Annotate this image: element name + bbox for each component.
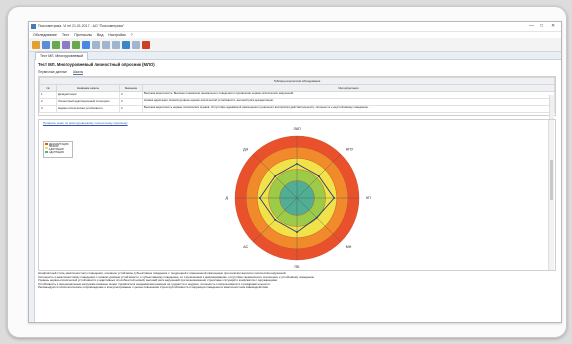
folder-icon[interactable] [32, 40, 40, 49]
table-row[interactable]: 3 Нервно-психическая устойчивость 2 Высо… [39, 105, 555, 113]
text-paragraph: Рекомендуется психологическое сопровожде… [38, 285, 269, 290]
chart-panel: Профиль шкал по многоуровневому личностн… [38, 119, 556, 271]
scrollbar-thumb[interactable] [550, 160, 553, 200]
table-row[interactable]: 2 Личностный адаптационный потенциал 3 Н… [39, 98, 555, 106]
menu-item-protocols[interactable]: Протоколы [74, 33, 92, 37]
cell-scale: Нервно-психическая устойчивость [56, 105, 120, 113]
table-row[interactable]: 1 Дезадаптация 3 Высокая вероятность. Вы… [39, 91, 555, 99]
app-icon [31, 24, 36, 29]
menu-bar: Обследование Тест Протоколы Вид Настройк… [29, 31, 561, 38]
settings-icon[interactable] [92, 40, 100, 49]
minimize-button[interactable]: — [529, 23, 534, 29]
table-icon[interactable] [132, 40, 140, 49]
radar-data-point [333, 197, 336, 199]
report-icon[interactable] [102, 40, 110, 49]
cell-interpretation: Высокая вероятность. Высокие показатели … [142, 91, 555, 99]
radar-data-point [258, 197, 261, 199]
radar-data-point [274, 175, 276, 177]
tab-scales[interactable]: Шкалы [72, 70, 84, 75]
menu-item-help[interactable]: ? [131, 33, 133, 37]
cell-scale: Личностный адаптационный потенциал [56, 98, 120, 106]
print-icon[interactable] [62, 40, 70, 49]
close-button[interactable]: ✕ [551, 23, 555, 29]
screenshot-frame: Психометрика. Vi rel 21.01.2017 - АО "Пс… [7, 6, 567, 338]
radar-data-point [315, 216, 318, 219]
subtabs: Первичные данные Шкалы [38, 70, 84, 75]
radar-axis-label: НПУ [346, 147, 354, 151]
chart-icon[interactable] [112, 40, 120, 49]
cell-interpretation: Низкая адаптация. Низкий уровень нервно-… [142, 98, 555, 106]
radar-data-point [274, 219, 276, 221]
tab-primary-data[interactable]: Первичные данные [38, 70, 67, 75]
column-header-value[interactable]: Значение [119, 84, 143, 92]
column-header-num[interactable]: № [39, 84, 57, 92]
grid-icon[interactable] [42, 40, 50, 49]
table-group-header: Таблица результатов обследования [39, 77, 555, 85]
cell-num: 3 [39, 105, 57, 113]
radar-axis-label: ДН [243, 147, 248, 151]
forward-icon[interactable] [82, 40, 90, 49]
save-icon[interactable] [52, 40, 60, 49]
radar-axis-label: КП [366, 196, 371, 200]
radar-axis-label: МН [346, 245, 352, 249]
menu-item-test[interactable]: Тест [62, 33, 69, 37]
results-table: Таблица результатов обследования № Назва… [38, 76, 556, 131]
application-window: Психометрика. Vi rel 21.01.2017 - АО "Пс… [28, 21, 562, 323]
play-icon[interactable] [72, 40, 80, 49]
cell-num: 1 [39, 91, 57, 99]
cell-num: 2 [39, 98, 57, 106]
page-title: Тест МЛ. Многоуровневый личностный опрос… [38, 62, 155, 67]
export-icon[interactable] [142, 40, 150, 49]
radar-axis-label: ЛАП [293, 127, 301, 131]
interpretation-text: Конфликтный стиль межличностного поведен… [38, 271, 550, 290]
radar-chart: ЛАП НПУ КП МН ПБ АС Д ДН [226, 127, 372, 269]
menu-item-settings[interactable]: Настройки [108, 33, 125, 37]
maximize-button[interactable]: □ [540, 23, 543, 29]
cell-value: 3 [119, 91, 143, 99]
menu-item-view[interactable]: Вид [97, 33, 103, 37]
radar-data-point [296, 231, 298, 233]
column-header-scale[interactable]: Название шкалы [56, 84, 120, 92]
radar-data-point [318, 175, 320, 177]
radar-axis-label: АС [243, 245, 248, 249]
cell-interpretation: Высокая вероятность нервно-психических с… [142, 105, 555, 113]
toolbar [29, 38, 561, 52]
radar-data-point [296, 163, 298, 165]
chart-scrollbar[interactable] [548, 120, 554, 270]
cell-value: 3 [119, 98, 143, 106]
cell-value: 2 [119, 105, 143, 113]
menu-item-examination[interactable]: Обследование [33, 33, 57, 37]
cell-scale: Дезадаптация [56, 91, 120, 99]
globe-icon[interactable] [122, 40, 130, 49]
column-header-interpretation[interactable]: Интерпретация [142, 84, 555, 92]
main-content: Тест МЛ. Многоуровневый личностный опрос… [34, 59, 561, 322]
radar-axis-label: ПБ [295, 265, 301, 269]
window-title: Психометрика. Vi rel 21.01.2017 - АО "Пс… [38, 24, 125, 28]
radar-axis-label: Д [226, 196, 229, 200]
